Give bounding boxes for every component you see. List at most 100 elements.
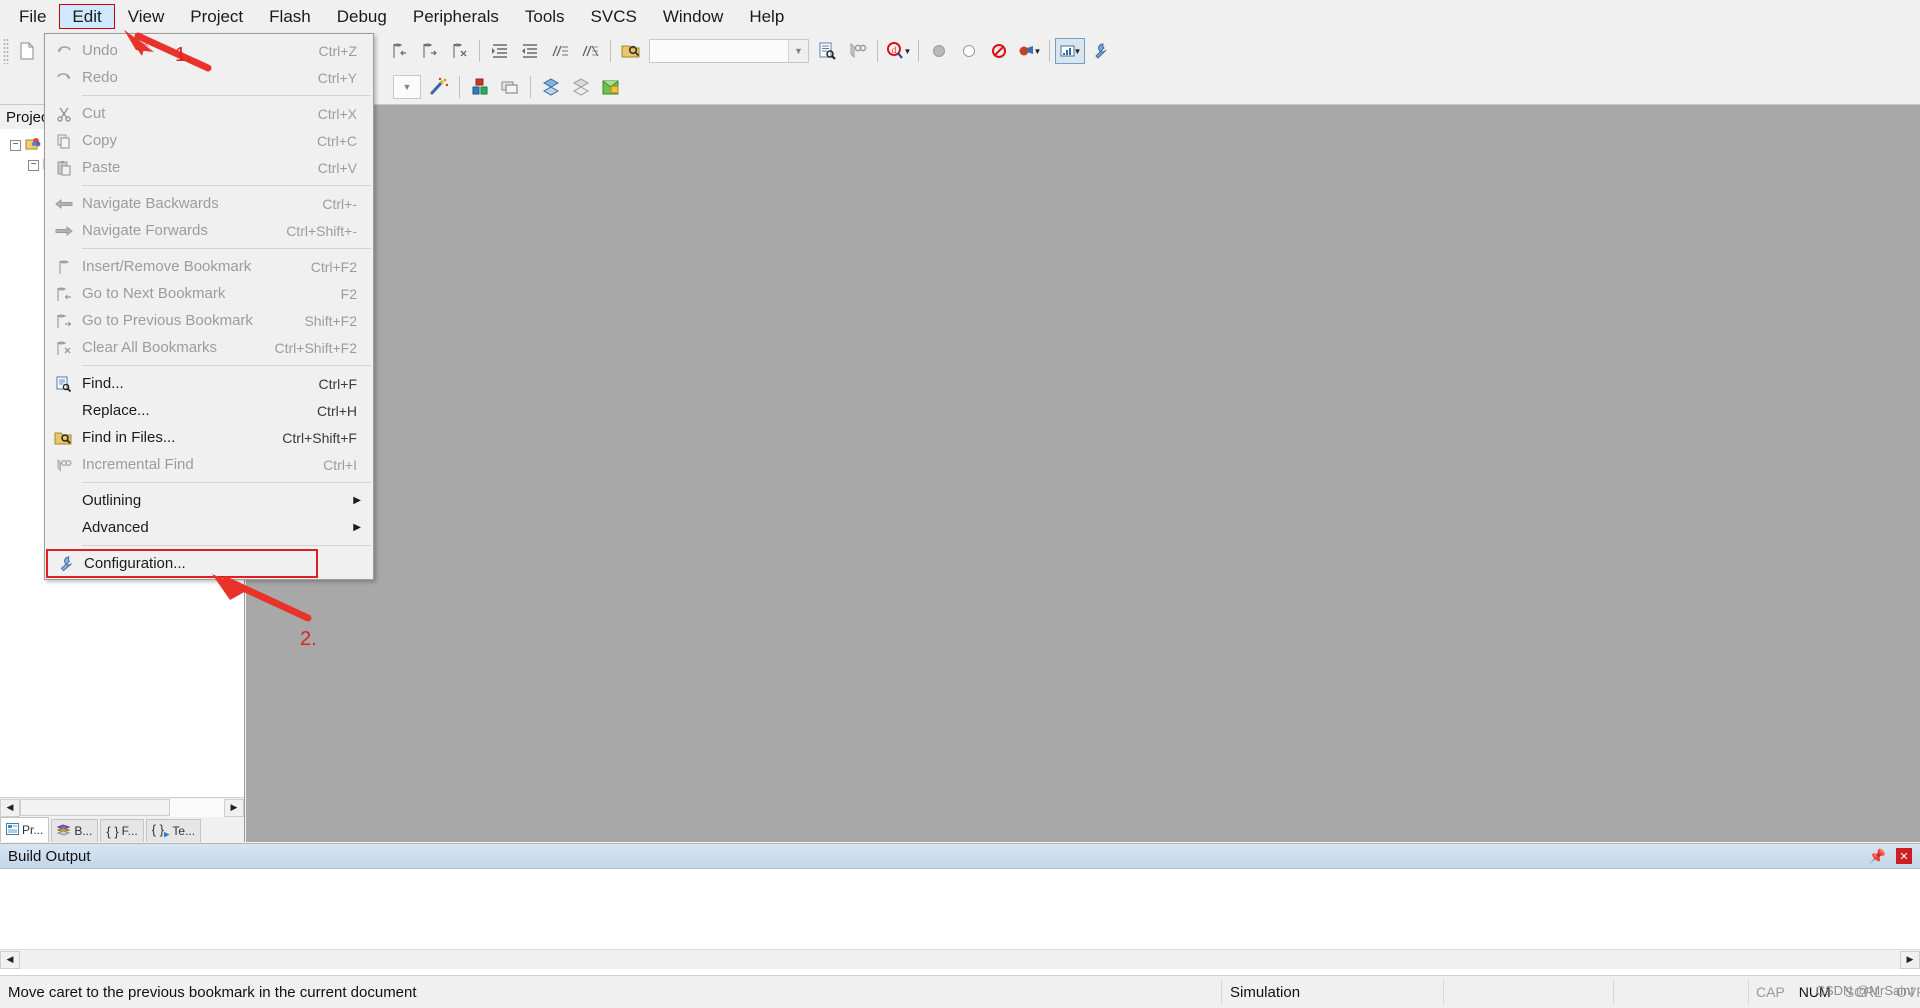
- menu-item-outlining[interactable]: Outlining ▶: [45, 487, 373, 514]
- menu-item-label: Redo: [82, 69, 118, 86]
- configure-icon[interactable]: [1085, 36, 1115, 66]
- bookmark-icon: [45, 253, 82, 280]
- menu-item-accel: Ctrl+F2: [310, 258, 357, 275]
- menu-item-undo[interactable]: Undo Ctrl+Z: [45, 37, 373, 64]
- menu-bar: File Edit View Project Flash Debug Perip…: [0, 0, 1920, 33]
- menu-item-copy[interactable]: Copy Ctrl+C: [45, 127, 373, 154]
- chevron-down-icon[interactable]: ▼: [1034, 47, 1042, 56]
- menu-item-configuration[interactable]: Configuration...: [46, 549, 318, 578]
- tab-project[interactable]: Pr...: [0, 817, 50, 842]
- build-output-panel: Build Output 📌 ✕ ◀ ▶: [0, 843, 1920, 975]
- tab-books[interactable]: B...: [51, 819, 99, 842]
- pin-icon[interactable]: 📌: [1869, 848, 1886, 865]
- menu-item-paste[interactable]: Paste Ctrl+V: [45, 154, 373, 181]
- menu-item-navigate-backwards[interactable]: Navigate Backwards Ctrl+-: [45, 190, 373, 217]
- bo-scroll-left-icon[interactable]: ◀: [0, 950, 20, 969]
- menu-item-redo[interactable]: Redo Ctrl+Y: [45, 64, 373, 91]
- menu-item-label: Configuration...: [84, 555, 186, 572]
- menu-item-accel: Ctrl+Y: [317, 69, 357, 86]
- scroll-track[interactable]: [170, 798, 224, 817]
- menu-window[interactable]: Window: [650, 4, 736, 29]
- menu-tools[interactable]: Tools: [512, 4, 578, 29]
- menu-item-accel: Ctrl+V: [317, 159, 357, 176]
- bookmark-clear-icon[interactable]: [444, 36, 474, 66]
- status-cap: CAP: [1756, 984, 1785, 1000]
- uncomment-icon[interactable]: [575, 36, 605, 66]
- manage-components-icon[interactable]: [465, 72, 495, 102]
- menu-item-navigate-forwards[interactable]: Navigate Forwards Ctrl+Shift+-: [45, 217, 373, 244]
- menu-item-accel: Shift+F2: [304, 312, 357, 329]
- menu-item-accel: F2: [340, 285, 357, 302]
- menu-item-replace[interactable]: Replace... Ctrl+H: [45, 397, 373, 424]
- menu-item-label: Go to Next Bookmark: [82, 285, 226, 302]
- status-message: Move caret to the previous bookmark in t…: [0, 979, 1222, 1005]
- build-output-hscrollbar[interactable]: ◀ ▶: [0, 949, 1920, 969]
- menu-item-find-in-files[interactable]: Find in Files... Ctrl+Shift+F: [45, 424, 373, 451]
- bookmark-color-icon[interactable]: ▼: [1014, 36, 1044, 66]
- menu-item-accel: Ctrl+X: [317, 105, 357, 122]
- menu-item-find[interactable]: Find... Ctrl+F: [45, 370, 373, 397]
- menu-separator-2: [82, 185, 371, 186]
- search-combo[interactable]: ▼: [649, 39, 809, 63]
- project-hscrollbar[interactable]: ◀ ▶: [0, 797, 244, 817]
- target-options-icon[interactable]: ▼: [1055, 38, 1085, 64]
- target-select-icon[interactable]: ▼: [393, 74, 421, 99]
- undo-icon: [45, 37, 82, 64]
- bookmark-next-icon[interactable]: [384, 36, 414, 66]
- find-in-files-icon[interactable]: [616, 36, 646, 66]
- outdent-icon[interactable]: [515, 36, 545, 66]
- manage-run-env-icon[interactable]: [566, 72, 596, 102]
- menu-svcs[interactable]: SVCS: [578, 4, 650, 29]
- menu-item-insert-remove-bookmark[interactable]: Insert/Remove Bookmark Ctrl+F2: [45, 253, 373, 280]
- tab-templates[interactable]: { }▸ Te...: [145, 819, 202, 842]
- magic-wand-icon[interactable]: [424, 72, 454, 102]
- editor-workspace[interactable]: [246, 105, 1920, 842]
- scroll-left-icon[interactable]: ◀: [0, 798, 20, 817]
- indent-icon[interactable]: [485, 36, 515, 66]
- bookmark-prev-icon[interactable]: [414, 36, 444, 66]
- bookmark-next-icon: [45, 280, 82, 307]
- comment-icon[interactable]: [545, 36, 575, 66]
- menu-item-incremental-find[interactable]: Incremental Find Ctrl+I: [45, 451, 373, 478]
- pack-installer-icon[interactable]: [536, 72, 566, 102]
- collapse-icon[interactable]: −: [10, 139, 21, 151]
- toolbar-separator-4: [918, 40, 919, 62]
- kill-breakpoints-icon[interactable]: [984, 36, 1014, 66]
- chevron-down-icon[interactable]: ▼: [904, 47, 912, 56]
- menu-item-label: Find...: [82, 375, 124, 392]
- scroll-right-icon[interactable]: ▶: [224, 798, 244, 817]
- incremental-find-icon[interactable]: [842, 36, 872, 66]
- menu-file[interactable]: File: [6, 4, 59, 29]
- menu-item-go-to-next-bookmark[interactable]: Go to Next Bookmark F2: [45, 280, 373, 307]
- menu-item-accel: Ctrl+H: [316, 402, 357, 419]
- menu-item-cut[interactable]: Cut Ctrl+X: [45, 100, 373, 127]
- toolbar-grip[interactable]: [3, 38, 9, 64]
- chevron-down-icon[interactable]: ▼: [788, 40, 808, 62]
- debug-magnifier-icon[interactable]: d ▼: [883, 36, 913, 66]
- new-file-icon[interactable]: [12, 36, 42, 66]
- menu-debug[interactable]: Debug: [324, 4, 400, 29]
- toolbar-separator: [479, 40, 480, 62]
- menu-item-advanced[interactable]: Advanced ▶: [45, 514, 373, 541]
- menu-edit[interactable]: Edit: [59, 3, 115, 29]
- scroll-thumb[interactable]: [20, 799, 170, 816]
- menu-project[interactable]: Project: [177, 4, 256, 29]
- find-icon[interactable]: [812, 36, 842, 66]
- menu-item-go-to-previous-bookmark[interactable]: Go to Previous Bookmark Shift+F2: [45, 307, 373, 334]
- green-package-icon[interactable]: [596, 72, 626, 102]
- status-mode: Simulation: [1222, 979, 1444, 1005]
- multi-project-icon[interactable]: [495, 72, 525, 102]
- status-bar: Move caret to the previous bookmark in t…: [0, 975, 1920, 1008]
- chevron-down-icon[interactable]: ▼: [1074, 47, 1082, 56]
- close-icon[interactable]: ✕: [1896, 848, 1912, 864]
- menu-view[interactable]: View: [115, 4, 178, 29]
- collapse-icon-2[interactable]: −: [28, 159, 39, 171]
- breakpoint-disabled-icon[interactable]: [954, 36, 984, 66]
- bo-scroll-right-icon[interactable]: ▶: [1900, 950, 1920, 969]
- tab-functions[interactable]: { } F...: [100, 819, 144, 842]
- menu-item-clear-all-bookmarks[interactable]: Clear All Bookmarks Ctrl+Shift+F2: [45, 334, 373, 361]
- menu-peripherals[interactable]: Peripherals: [400, 4, 512, 29]
- menu-help[interactable]: Help: [736, 4, 797, 29]
- breakpoint-icon[interactable]: [924, 36, 954, 66]
- menu-flash[interactable]: Flash: [256, 4, 324, 29]
